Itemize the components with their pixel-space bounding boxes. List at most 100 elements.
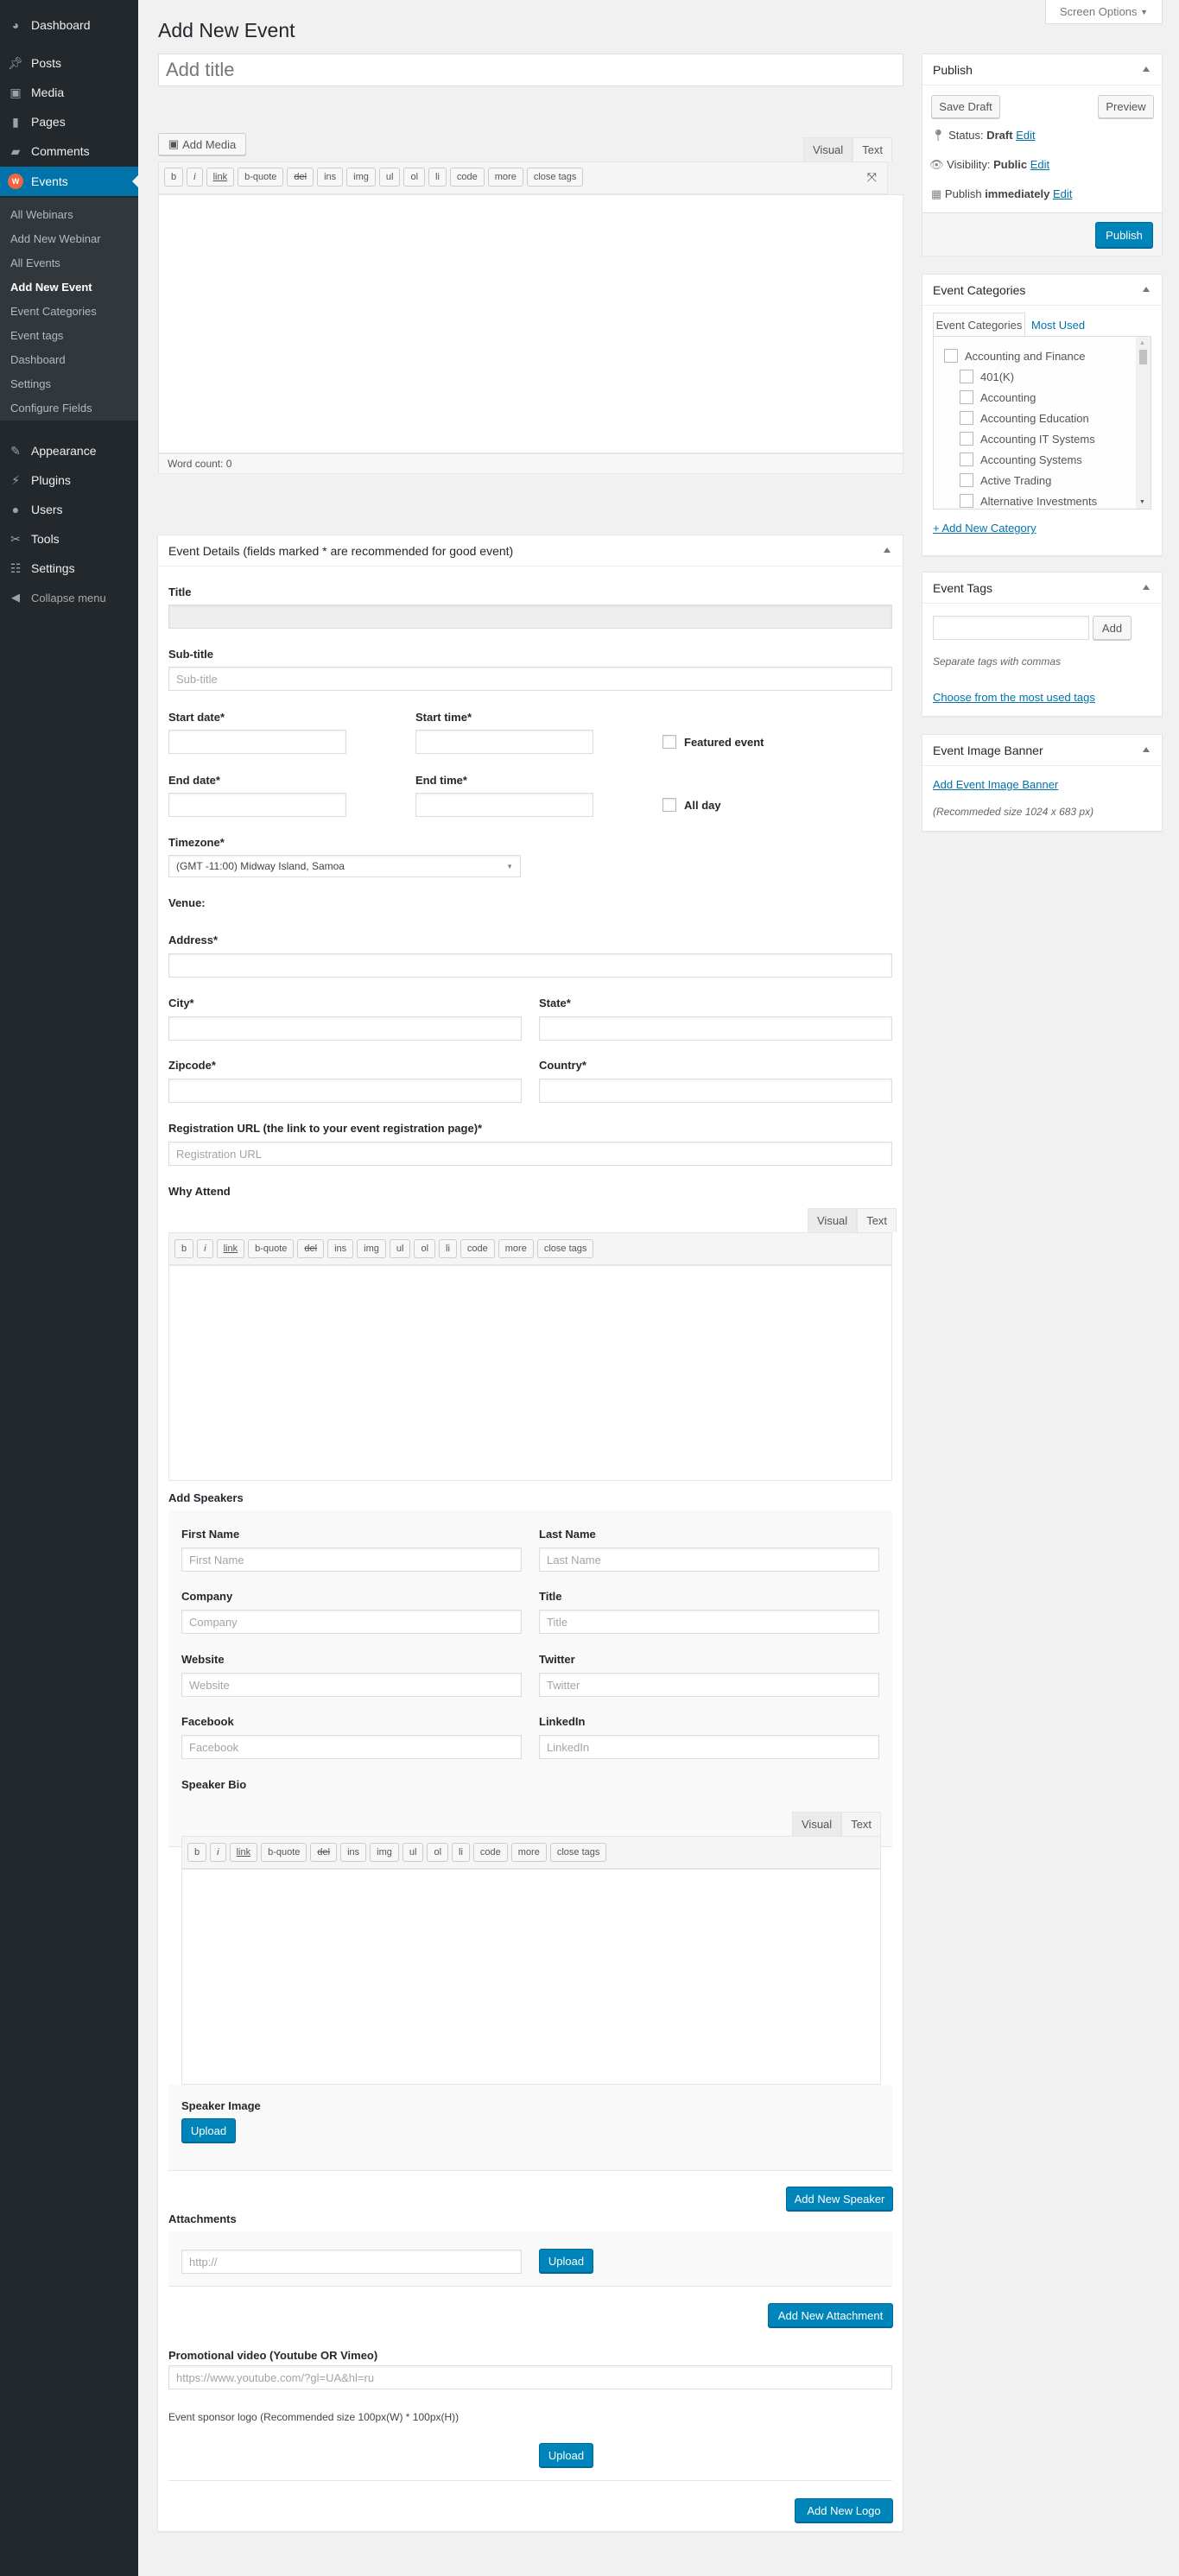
quicktag-img-button[interactable]: img [357, 1239, 386, 1258]
tab-visual[interactable]: Visual [803, 137, 853, 161]
scrollbar-thumb[interactable] [1139, 350, 1147, 364]
quicktag-ins-button[interactable]: ins [327, 1239, 354, 1258]
category-item[interactable]: Accounting Education [960, 411, 1089, 425]
address-input[interactable] [168, 953, 892, 978]
quicktag-b-quote-button[interactable]: b-quote [261, 1843, 307, 1862]
collapse-toggle-icon[interactable] [1143, 585, 1150, 590]
save-draft-button[interactable]: Save Draft [931, 95, 1000, 118]
scroll-up-icon[interactable]: ▲ [1139, 340, 1145, 346]
quicktag-ul-button[interactable]: ul [378, 168, 401, 187]
category-item[interactable]: Accounting [960, 390, 1036, 404]
tag-input[interactable] [933, 616, 1089, 640]
add-new-speaker-button[interactable]: Add New Speaker [786, 2187, 893, 2211]
quicktag-close-tags-button[interactable]: close tags [526, 168, 584, 187]
sidebar-item-posts[interactable]: 📌︎ Posts [0, 48, 138, 78]
sidebar-item-users[interactable]: ● Users [0, 495, 138, 524]
sidebar-item-plugins[interactable]: ⚡︎ Plugins [0, 465, 138, 495]
submenu-add-new-webinar[interactable]: Add New Webinar [10, 232, 101, 245]
attachment-upload-button[interactable]: Upload [539, 2249, 593, 2273]
timezone-select[interactable]: (GMT -11:00) Midway Island, Samoa ▼ [168, 855, 521, 877]
quicktag-code-button[interactable]: code [449, 168, 485, 187]
add-media-button[interactable]: ▣ Add Media [158, 133, 246, 155]
quicktag-ol-button[interactable]: ol [403, 168, 426, 187]
sidebar-item-tools[interactable]: ✂︎ Tools [0, 524, 138, 554]
sidebar-item-dashboard[interactable]: ◕ Dashboard [0, 10, 138, 40]
content-textarea[interactable] [158, 194, 903, 453]
first-name-input[interactable]: First Name [181, 1547, 522, 1572]
quicktag-link-button[interactable]: link [206, 168, 235, 187]
attachment-url-input[interactable]: http:// [181, 2250, 522, 2274]
sidebar-item-comments[interactable]: ▰ Comments [0, 136, 138, 166]
quicktag-b-button[interactable]: b [164, 168, 184, 187]
quicktag-li-button[interactable]: li [439, 1239, 457, 1258]
quicktag-li-button[interactable]: li [428, 168, 447, 187]
quicktag-ins-button[interactable]: ins [340, 1843, 367, 1862]
sidebar-item-events[interactable]: W Events [0, 167, 138, 196]
visibility-edit-link[interactable]: Edit [1030, 158, 1049, 171]
end-date-input[interactable] [168, 793, 346, 817]
collapse-toggle-icon[interactable] [1143, 66, 1150, 72]
sidebar-item-settings[interactable]: ☷ Settings [0, 554, 138, 583]
submenu-all-webinars[interactable]: All Webinars [10, 208, 73, 221]
end-time-input[interactable] [415, 793, 593, 817]
tab-most-used[interactable]: Most Used [1031, 319, 1085, 332]
quicktag-del-button[interactable]: del [287, 168, 314, 187]
linkedin-input[interactable]: LinkedIn [539, 1735, 879, 1759]
quicktag-b-quote-button[interactable]: b-quote [238, 168, 284, 187]
featured-event-checkbox[interactable] [662, 735, 676, 749]
website-input[interactable]: Website [181, 1673, 522, 1697]
category-checkbox[interactable] [960, 432, 973, 446]
category-checkbox[interactable] [960, 494, 973, 508]
quicktag-ul-button[interactable]: ul [389, 1239, 411, 1258]
quicktag-code-button[interactable]: code [472, 1843, 508, 1862]
subtitle-input[interactable]: Sub-title [168, 667, 892, 691]
quicktag-del-button[interactable]: del [297, 1239, 325, 1258]
speaker-bio-textarea[interactable] [181, 1869, 881, 2085]
company-input[interactable]: Company [181, 1610, 522, 1634]
category-item[interactable]: Accounting Systems [960, 453, 1082, 466]
scrollbar[interactable]: ▲ ▼ [1136, 337, 1150, 509]
category-checkbox[interactable] [960, 473, 973, 487]
quicktag-i-button[interactable]: i [210, 1843, 226, 1862]
sidebar-item-appearance[interactable]: ✎ Appearance [0, 436, 138, 465]
add-tag-button[interactable]: Add [1093, 616, 1131, 640]
submenu-add-new-event[interactable]: Add New Event [10, 281, 92, 294]
sidebar-item-pages[interactable]: ▮ Pages [0, 107, 138, 136]
collapse-toggle-icon[interactable] [884, 547, 891, 553]
quicktag-del-button[interactable]: del [310, 1843, 338, 1862]
tab-all-categories[interactable]: Event Categories [933, 313, 1025, 337]
facebook-input[interactable]: Facebook [181, 1735, 522, 1759]
speaker-image-upload-button[interactable]: Upload [181, 2118, 236, 2142]
add-new-attachment-button[interactable]: Add New Attachment [768, 2303, 893, 2327]
submenu-dashboard[interactable]: Dashboard [10, 353, 66, 366]
category-checkbox[interactable] [960, 370, 973, 383]
category-item[interactable]: Accounting and Finance [944, 349, 1085, 363]
category-checkbox[interactable] [960, 453, 973, 466]
preview-button[interactable]: Preview [1098, 95, 1154, 118]
last-name-input[interactable]: Last Name [539, 1547, 879, 1572]
post-title-input[interactable]: Add title [158, 54, 903, 86]
quicktag-link-button[interactable]: link [229, 1843, 258, 1862]
start-time-input[interactable] [415, 730, 593, 754]
quicktag-li-button[interactable]: li [452, 1843, 470, 1862]
quicktag-ins-button[interactable]: ins [317, 168, 344, 187]
category-checkbox[interactable] [944, 349, 958, 363]
tab-text[interactable]: Text [857, 1208, 897, 1232]
quicktag-close-tags-button[interactable]: close tags [549, 1843, 607, 1862]
sidebar-item-media[interactable]: ▣ Media [0, 78, 138, 107]
status-edit-link[interactable]: Edit [1016, 129, 1035, 142]
choose-most-used-tags-link[interactable]: Choose from the most used tags [933, 691, 1095, 704]
speaker-title-input[interactable]: Title [539, 1610, 879, 1634]
country-input[interactable] [539, 1079, 892, 1103]
tab-text[interactable]: Text [853, 137, 893, 161]
fullscreen-icon[interactable]: ⤧ [867, 170, 877, 185]
category-checkbox[interactable] [960, 411, 973, 425]
quicktag-b-button[interactable]: b [187, 1843, 207, 1862]
city-input[interactable] [168, 1016, 522, 1041]
why-attend-textarea[interactable] [168, 1265, 892, 1481]
schedule-edit-link[interactable]: Edit [1053, 187, 1072, 200]
all-day-checkbox[interactable] [662, 798, 676, 812]
quicktag-img-button[interactable]: img [370, 1843, 399, 1862]
category-checkbox[interactable] [960, 390, 973, 404]
quicktag-link-button[interactable]: link [216, 1239, 245, 1258]
